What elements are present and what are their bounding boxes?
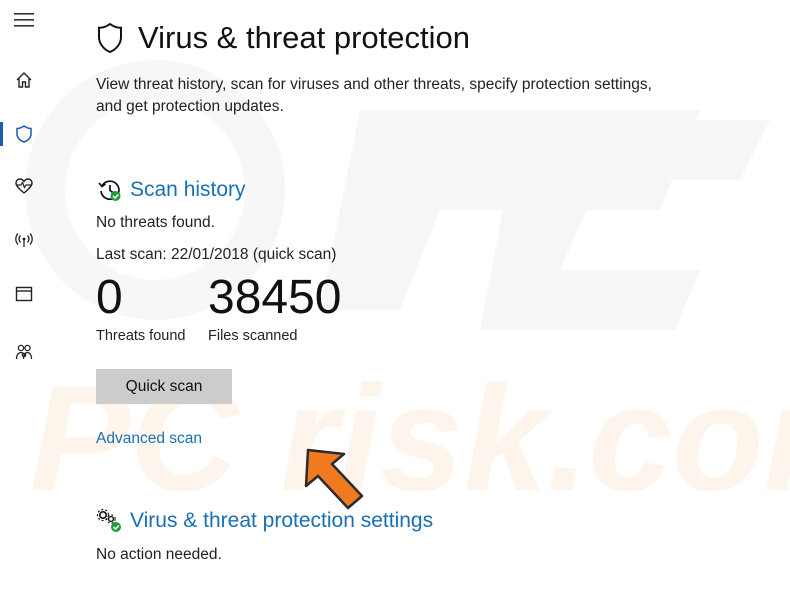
sidebar [0,0,48,593]
family-icon [15,344,33,360]
browser-window-icon [15,286,33,302]
sidebar-item-firewall-network[interactable] [0,220,48,260]
settings-status-text: No action needed. [96,546,222,563]
home-icon [16,72,32,88]
quick-scan-button[interactable]: Quick scan [96,369,232,404]
advanced-scan-link[interactable]: Advanced scan [96,430,202,448]
history-icon [96,176,124,204]
threats-found-value: 0 [96,271,123,324]
heart-pulse-icon [15,178,33,194]
scan-status-text: No threats found. [96,214,215,231]
files-scanned-label: Files scanned [208,328,298,344]
hamburger-menu-icon[interactable] [14,12,34,28]
threats-found-label: Threats found [96,328,186,344]
pointer-arrow-annotation [304,448,364,510]
sidebar-item-home[interactable] [0,60,48,100]
scan-history-link[interactable]: Scan history [130,178,246,202]
sidebar-item-device-health[interactable] [0,166,48,206]
sidebar-item-virus-protection[interactable] [0,114,48,154]
settings-gears-icon [96,507,124,535]
shield-icon [16,125,32,143]
last-scan-text: Last scan: 22/01/2018 (quick scan) [96,246,337,263]
settings-header: Virus & threat protection settings [96,507,433,535]
page-description: View threat history, scan for viruses an… [96,76,652,115]
sidebar-item-app-browser[interactable] [0,274,48,314]
page-title: Virus & threat protection [138,20,470,55]
shield-title-icon [98,22,122,54]
settings-link[interactable]: Virus & threat protection settings [130,509,433,533]
scan-history-header: Scan history [96,176,246,204]
files-scanned-value: 38450 [208,271,342,324]
sidebar-item-family[interactable] [0,332,48,372]
main-content: Virus & threat protection View threat hi… [96,0,790,593]
wifi-antenna-icon [15,233,33,247]
